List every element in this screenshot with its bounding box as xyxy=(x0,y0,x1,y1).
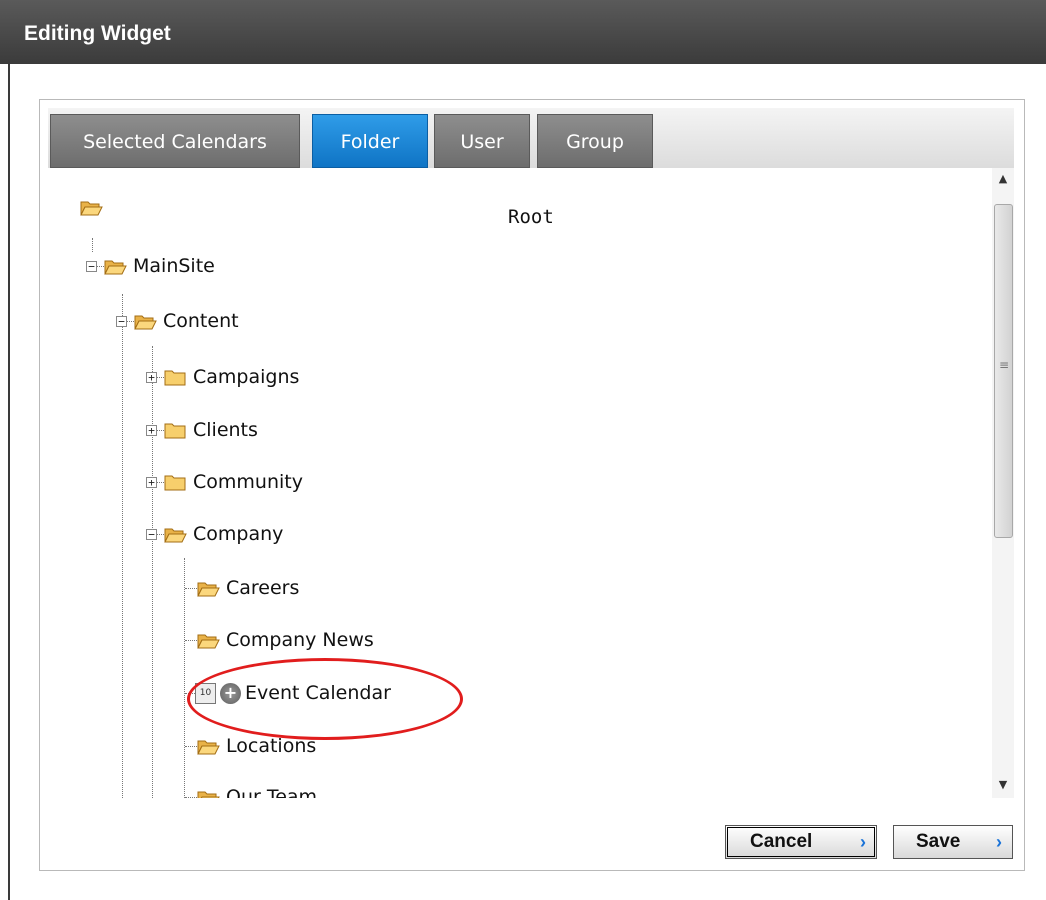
tree-node-label: Our Team xyxy=(226,786,318,798)
open-folder-icon xyxy=(134,315,157,329)
save-button[interactable]: Save › xyxy=(893,825,1013,859)
tree-node-label: Locations xyxy=(226,735,317,757)
tree-connector xyxy=(122,294,123,798)
tree-connector xyxy=(92,238,93,252)
tree-connector xyxy=(185,745,197,747)
tree-connector xyxy=(185,796,197,798)
cancel-button-label: Cancel xyxy=(750,831,813,852)
tab-group[interactable]: Group xyxy=(537,114,653,168)
tree-connector xyxy=(127,320,134,322)
open-folder-icon xyxy=(197,791,220,798)
window-title: Editing Widget xyxy=(24,22,171,45)
tree-root-label[interactable]: Root xyxy=(508,206,554,228)
tree-node-label: MainSite xyxy=(133,255,215,277)
title-bar: Editing Widget xyxy=(0,0,1046,64)
collapse-toggle-icon[interactable]: − xyxy=(86,260,97,272)
tree-connector xyxy=(152,346,153,798)
tree-connector xyxy=(97,265,104,267)
tree-node-company[interactable]: − Company xyxy=(146,519,283,549)
tree-node-our-team[interactable]: Our Team xyxy=(185,782,317,798)
expand-toggle-icon[interactable]: + xyxy=(146,476,157,488)
tree-node-mainsite[interactable]: − MainSite xyxy=(86,251,215,281)
tree-connector xyxy=(185,692,195,694)
tree-scrollbar[interactable]: ▲ ≡ ▼ xyxy=(992,168,1014,798)
tree-node-label: Careers xyxy=(226,577,300,599)
open-folder-icon xyxy=(80,201,103,215)
tree-node-careers[interactable]: Careers xyxy=(185,573,299,603)
open-folder-icon xyxy=(197,634,220,648)
tree-node-campaigns[interactable]: + Campaigns xyxy=(146,362,299,392)
collapse-toggle-icon[interactable]: − xyxy=(116,315,127,327)
tree-connector xyxy=(157,429,164,431)
tree-node-label: Event Calendar xyxy=(245,682,391,704)
tree-node-label: Campaigns xyxy=(193,366,300,388)
tab-strip: Selected Calendars Folder User Group xyxy=(48,108,1014,168)
tree-node-clients[interactable]: + Clients xyxy=(146,415,258,445)
expand-toggle-icon[interactable]: + xyxy=(146,424,157,436)
tree-node-label: Company xyxy=(193,523,284,545)
tree-root-label-row: Root xyxy=(508,202,554,232)
tree-node-locations[interactable]: Locations xyxy=(185,731,316,761)
tree-node-label: Community xyxy=(193,471,303,493)
scroll-up-arrow-icon[interactable]: ▲ xyxy=(992,168,1014,190)
tree-connector xyxy=(157,533,164,535)
expand-toggle-icon[interactable]: + xyxy=(146,371,157,383)
tree-node-community[interactable]: + Community xyxy=(146,467,303,497)
closed-folder-icon xyxy=(164,370,186,385)
tab-folder[interactable]: Folder xyxy=(312,114,428,168)
chevron-right-icon: › xyxy=(860,831,866,852)
tree-node-content[interactable]: − Content xyxy=(116,306,239,336)
save-button-label: Save xyxy=(916,831,961,852)
tree-node-label: Company News xyxy=(226,629,374,651)
open-folder-icon xyxy=(197,740,220,754)
collapse-toggle-icon[interactable]: − xyxy=(146,528,157,540)
tab-user[interactable]: User xyxy=(434,114,530,168)
add-calendar-icon[interactable]: + xyxy=(220,682,241,704)
tree-connector xyxy=(157,376,164,378)
open-folder-icon xyxy=(197,582,220,596)
open-folder-icon xyxy=(164,528,187,542)
tree-connector xyxy=(157,481,164,483)
tree-node-event-calendar[interactable]: 10 + Event Calendar xyxy=(185,678,391,708)
scrollbar-thumb[interactable]: ≡ xyxy=(994,204,1013,538)
tree-connector xyxy=(185,639,197,641)
scroll-down-arrow-icon[interactable]: ▼ xyxy=(992,774,1014,796)
tree-node-label: Clients xyxy=(193,419,258,441)
closed-folder-icon xyxy=(164,475,186,490)
tree-connector xyxy=(185,587,197,589)
tree-node-label: Content xyxy=(163,310,239,332)
chevron-right-icon: › xyxy=(996,831,1002,852)
closed-folder-icon xyxy=(164,423,186,438)
folder-tree: Root − MainSite − Content + Campaigns + xyxy=(48,168,992,798)
tab-selected-calendars[interactable]: Selected Calendars xyxy=(50,114,300,168)
tree-node-root[interactable] xyxy=(80,192,103,222)
window-left-border xyxy=(8,64,10,900)
calendar-icon: 10 xyxy=(195,682,216,704)
widget-panel: Selected Calendars Folder User Group Roo… xyxy=(39,99,1025,871)
tree-node-company-news[interactable]: Company News xyxy=(185,625,374,655)
cancel-button[interactable]: Cancel › xyxy=(725,825,877,859)
grip-icon: ≡ xyxy=(999,358,1010,372)
open-folder-icon xyxy=(104,260,127,274)
